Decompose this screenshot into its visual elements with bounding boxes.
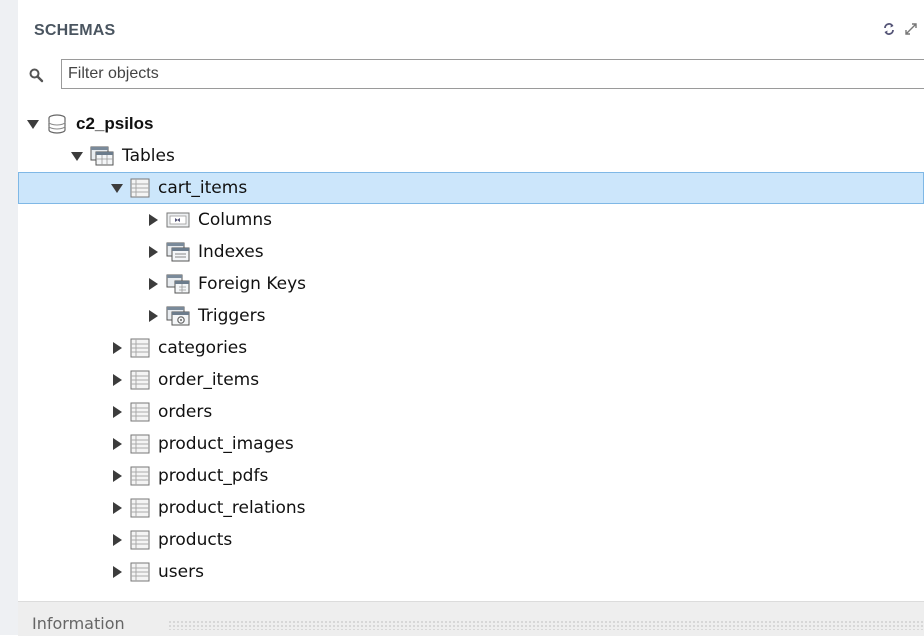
schemas-header: SCHEMAS xyxy=(18,0,924,60)
table-name: product_pdfs xyxy=(158,466,269,486)
child-label: Foreign Keys xyxy=(198,274,307,294)
filter-row xyxy=(18,57,924,93)
tree-table-row[interactable]: product_pdfs xyxy=(18,460,924,492)
columns-icon xyxy=(166,212,190,228)
tree-table-child-foreign-keys[interactable]: Foreign Keys xyxy=(18,268,924,300)
table-icon xyxy=(130,178,150,198)
table-name: categories xyxy=(158,338,248,358)
triggers-icon xyxy=(166,306,190,326)
indexes-icon xyxy=(166,242,190,262)
collapse-arrow-right-icon[interactable] xyxy=(110,405,124,419)
tree-table-child-indexes[interactable]: Indexes xyxy=(18,236,924,268)
schema-name: c2_psilos xyxy=(76,114,154,133)
tables-folder-icon xyxy=(90,146,114,166)
tables-node-label: Tables xyxy=(122,146,175,166)
table-icon xyxy=(130,562,150,582)
tree-table-row-selected[interactable]: cart_items xyxy=(18,172,924,204)
expand-icon[interactable] xyxy=(904,22,918,36)
expand-arrow-down-icon[interactable] xyxy=(26,117,40,131)
table-icon xyxy=(130,530,150,550)
tree-table-row[interactable]: orders xyxy=(18,396,924,428)
collapse-arrow-right-icon[interactable] xyxy=(110,341,124,355)
expand-arrow-down-icon[interactable] xyxy=(110,181,124,195)
tree-table-child-columns[interactable]: Columns xyxy=(18,204,924,236)
table-name: product_images xyxy=(158,434,294,454)
schemas-title: SCHEMAS xyxy=(34,22,116,39)
tree-table-row[interactable]: order_items xyxy=(18,364,924,396)
tree-table-child-triggers[interactable]: Triggers xyxy=(18,300,924,332)
tree-table-row[interactable]: product_images xyxy=(18,428,924,460)
table-icon xyxy=(130,466,150,486)
table-icon xyxy=(130,402,150,422)
collapse-arrow-right-icon[interactable] xyxy=(146,309,160,323)
child-label: Indexes xyxy=(198,242,264,262)
table-name: users xyxy=(158,562,204,582)
schema-tree: c2_psilos Tables cart_items Columns Inde… xyxy=(18,108,924,588)
table-icon xyxy=(130,498,150,518)
tree-schema-row[interactable]: c2_psilos xyxy=(18,108,924,140)
tree-table-row[interactable]: users xyxy=(18,556,924,588)
other-tables-list: categories order_itemsorders product_image… xyxy=(18,332,924,588)
table-icon xyxy=(130,434,150,454)
collapse-arrow-right-icon[interactable] xyxy=(110,533,124,547)
tree-table-row[interactable]: categories xyxy=(18,332,924,364)
table-name: product_relations xyxy=(158,498,306,518)
search-icon xyxy=(29,68,44,83)
tree-tables-node[interactable]: Tables xyxy=(18,140,924,172)
child-label: Columns xyxy=(198,210,272,230)
refresh-icon[interactable] xyxy=(882,22,896,36)
foreign-keys-icon xyxy=(166,274,190,294)
table-name: products xyxy=(158,530,233,550)
table-name: order_items xyxy=(158,370,260,390)
tree-table-row[interactable]: products xyxy=(18,524,924,556)
table-name: cart_items xyxy=(158,178,248,198)
collapse-arrow-right-icon[interactable] xyxy=(110,565,124,579)
header-icons xyxy=(882,22,918,36)
expand-arrow-down-icon[interactable] xyxy=(70,149,84,163)
collapse-arrow-right-icon[interactable] xyxy=(110,501,124,515)
table-icon xyxy=(130,370,150,390)
collapse-arrow-right-icon[interactable] xyxy=(110,373,124,387)
tree-table-row[interactable]: product_relations xyxy=(18,492,924,524)
collapse-arrow-right-icon[interactable] xyxy=(110,469,124,483)
filter-objects-input[interactable] xyxy=(61,59,924,89)
collapse-arrow-right-icon[interactable] xyxy=(110,437,124,451)
information-label: Information xyxy=(32,614,131,633)
child-label: Triggers xyxy=(198,306,266,326)
information-bar: Information xyxy=(18,601,924,636)
database-icon xyxy=(48,114,66,134)
table-icon xyxy=(130,338,150,358)
left-edge-strip xyxy=(0,0,18,635)
collapse-arrow-right-icon[interactable] xyxy=(146,277,160,291)
collapse-arrow-right-icon[interactable] xyxy=(146,213,160,227)
collapse-arrow-right-icon[interactable] xyxy=(146,245,160,259)
table-name: orders xyxy=(158,402,213,422)
info-dotted-fill xyxy=(168,620,924,630)
